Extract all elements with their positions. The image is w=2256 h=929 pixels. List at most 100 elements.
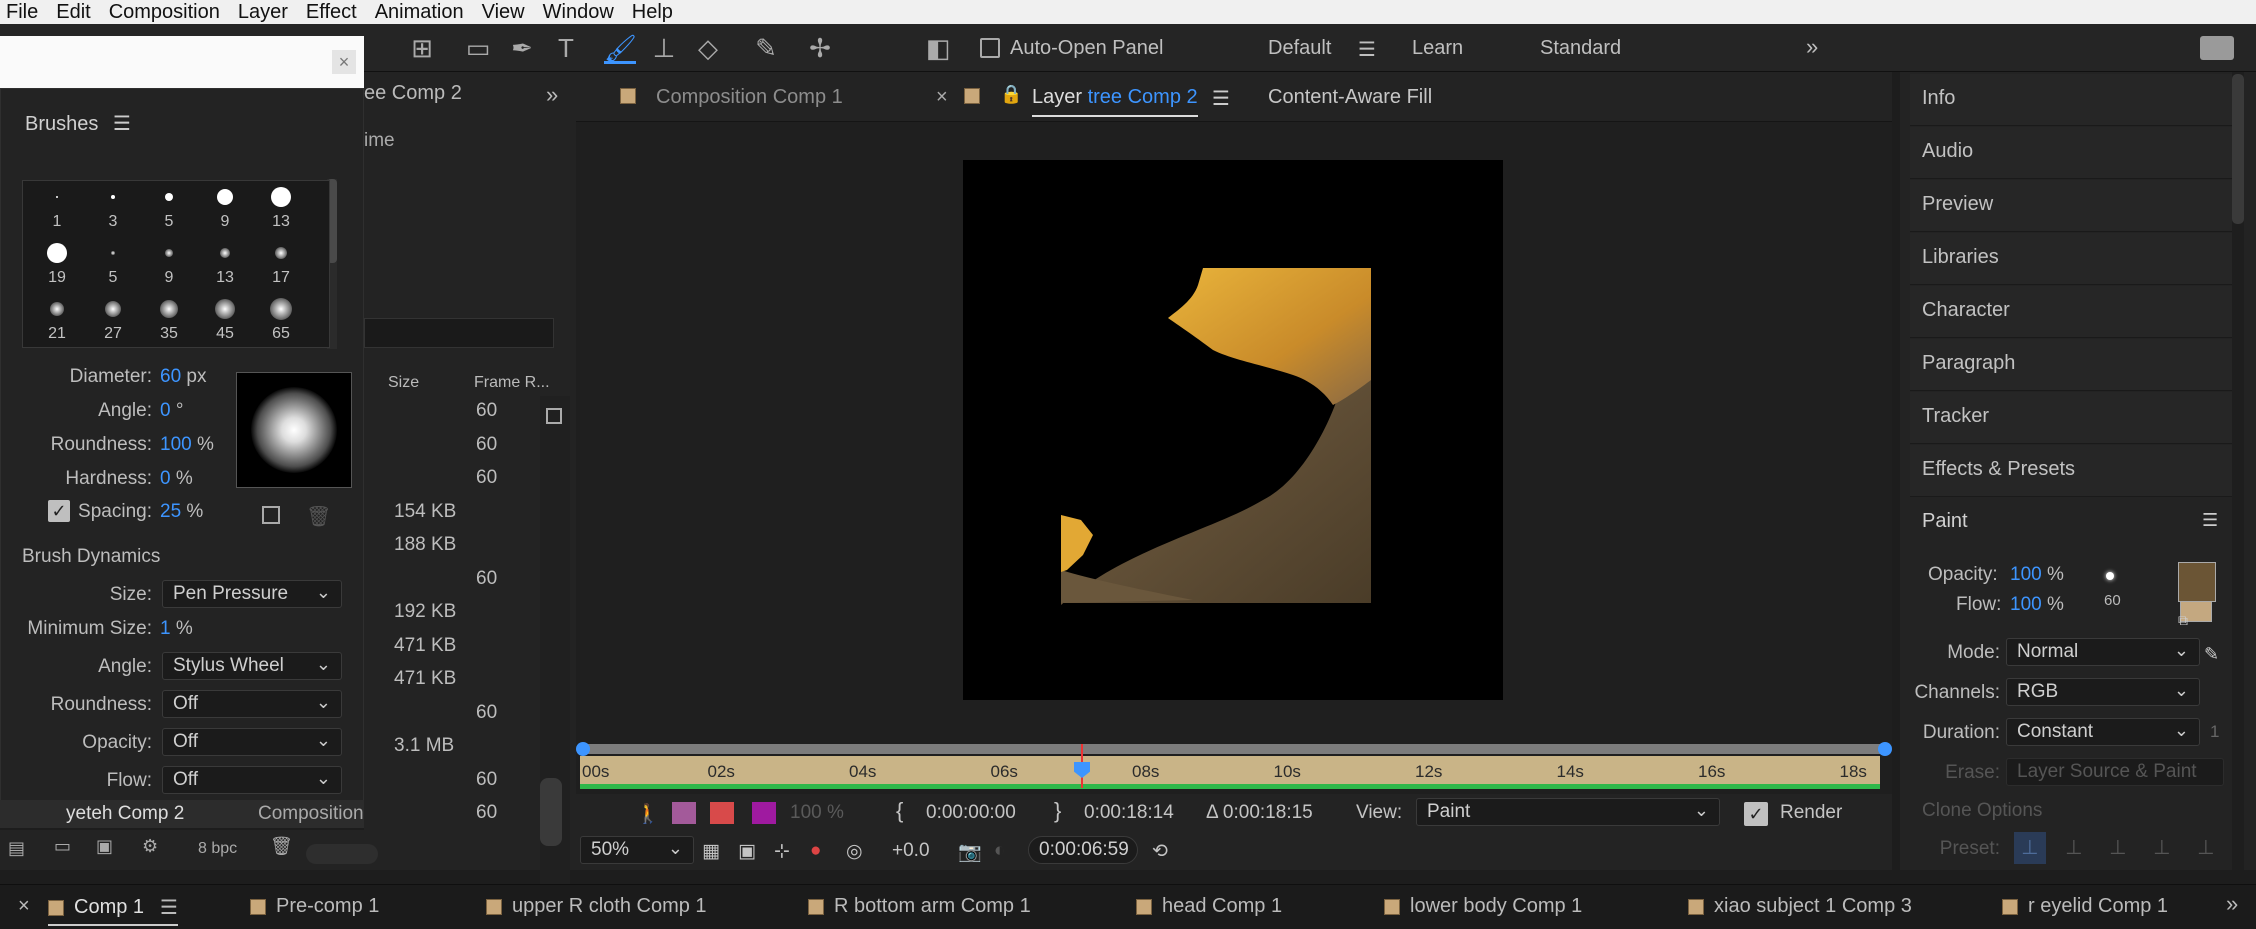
paint-menu-icon[interactable]: ☰ [2202,510,2218,531]
auto-open-checkbox[interactable] [980,38,1000,58]
right-panel-item[interactable]: Audio [1910,127,2240,179]
work-area-end-handle[interactable] [1878,742,1892,756]
close-tab-icon[interactable]: × [936,86,948,109]
panel-toggle-icon[interactable]: ◧ [922,32,954,64]
clone-preset-1-icon[interactable]: ⊥ [2014,832,2046,864]
bpc-label[interactable]: 8 bpc [198,840,237,858]
interpret-footage-icon[interactable]: ▤ [8,838,25,859]
right-panel-item[interactable]: Character [1910,286,2240,338]
project-row[interactable]: 188 KB [364,530,540,563]
project-row[interactable]: 60 [364,463,540,496]
zoom-dropdown[interactable]: 50% ⌄ [580,836,694,864]
work-area-bar[interactable] [580,744,1888,754]
paint-mode-dropdown[interactable]: Normal ⌄ [2006,638,2200,666]
brush-tip[interactable]: 9 [141,239,197,295]
menu-view[interactable]: View [482,1,525,24]
right-panel-scrollbar[interactable] [2232,72,2244,870]
brush-tip[interactable]: 5 [141,183,197,239]
brush-tip[interactable]: 21 [29,295,85,351]
brush-tip[interactable]: 27 [85,295,141,351]
new-comp-icon[interactable]: ▣ [96,836,113,857]
more-workspaces-icon[interactable]: » [1806,34,1818,60]
view-dropdown[interactable]: Paint ⌄ [1416,798,1720,826]
workspace-standard[interactable]: Standard [1540,37,1621,60]
show-snapshot-icon[interactable]: ◐ [994,840,1005,862]
project-row[interactable]: 60 [364,564,540,597]
angle-value[interactable]: 0 ° [160,400,183,422]
roto-brush-tool-icon[interactable]: ✎ [750,32,782,64]
paint-channels-dropdown[interactable]: RGB ⌄ [2006,678,2200,706]
right-panel-item[interactable]: Effects & Presets [1910,445,2240,497]
trash-icon[interactable]: 🗑 [270,836,293,857]
menu-window[interactable]: Window [543,1,614,24]
time-ruler[interactable]: 00s 02s 04s 06s 08s 10s 12s 14s 16s 18s [580,756,1880,786]
swap-colors-icon[interactable]: ⧉ [2178,612,2188,629]
project-row[interactable]: 60 [364,396,540,429]
clone-preset-2-icon[interactable]: ⊥ [2058,832,2090,864]
brush-tip[interactable]: 19 [29,239,85,295]
menu-help[interactable]: Help [632,1,673,24]
bottom-tab-r-bottom-arm[interactable]: R bottom arm Comp 1 [808,895,1031,918]
col-size-header[interactable]: Size [388,374,419,392]
thumbnail-slider[interactable] [306,844,378,864]
right-panel-item[interactable]: Preview [1910,180,2240,232]
new-folder-icon[interactable]: ▭ [54,836,71,857]
channels-icon[interactable]: ● [810,840,821,862]
workspace-default[interactable]: Default [1268,37,1331,60]
project-tab-label[interactable]: ee Comp 2 [364,82,462,105]
render-checkbox[interactable]: ✓ [1744,802,1768,826]
puppet-pin-tool-icon[interactable]: ✢ [804,32,836,64]
bottom-tab-precomp1[interactable]: Pre-comp 1 [250,895,379,918]
in-time[interactable]: 0:00:00:00 [926,802,1016,824]
clone-preset-3-icon[interactable]: ⊥ [2102,832,2134,864]
brush-tip[interactable]: 65 [253,295,309,351]
workspace-menu-icon[interactable]: ☰ [1358,37,1376,62]
type-tool-icon[interactable]: T [550,32,582,64]
pen-tool-icon[interactable]: ✒ [506,32,538,64]
guides-icon[interactable]: ⊹ [774,840,790,863]
bottom-tab-comp1[interactable]: Comp 1 ☰ [48,895,178,926]
flowchart-icon[interactable] [546,408,562,424]
project-search-input[interactable] [364,318,554,348]
menu-effect[interactable]: Effect [306,1,357,24]
dyn-opacity-dropdown[interactable]: Off ⌄ [162,728,342,756]
onion-skin-icon[interactable] [672,802,696,824]
workspace-learn[interactable]: Learn [1412,37,1463,60]
dyn-size-dropdown[interactable]: Pen Pressure ⌄ [162,580,342,608]
motion-icon[interactable]: 🚶 [636,802,660,826]
brush-tip[interactable]: 13 [197,239,253,295]
project-row[interactable]: 3.1 MB [364,731,540,764]
eraser-tool-icon[interactable]: ◇ [692,32,724,64]
opacity-readout[interactable]: 100 % [790,802,844,824]
exposure-value[interactable]: +0.0 [892,840,930,862]
tab-content-aware-fill[interactable]: Content-Aware Fill [1268,86,1432,109]
color-mgmt-icon[interactable]: ◎ [846,840,863,863]
brush-tip[interactable]: 45 [197,295,253,351]
close-icon[interactable]: × [332,50,356,74]
show-icon[interactable] [710,802,734,824]
menu-animation[interactable]: Animation [375,1,464,24]
bottom-tab-xiao-subject[interactable]: xiao subject 1 Comp 3 [1688,895,1912,918]
spacing-value[interactable]: 25 % [160,501,203,523]
clone-stamp-tool-icon[interactable]: ⊥ [648,32,680,64]
paint-duration-dropdown[interactable]: Constant ⌄ [2006,718,2200,746]
menu-composition[interactable]: Composition [109,1,220,24]
brush-tip[interactable]: 35 [141,295,197,351]
rectangle-tool-icon[interactable]: ▭ [462,32,494,64]
project-row[interactable]: 60 [364,798,540,831]
duration-frames[interactable]: 1 [2210,722,2219,742]
lock-icon[interactable]: 🔒 [1000,84,1022,105]
close-active-tab-icon[interactable]: × [18,895,30,918]
reset-exposure-icon[interactable]: ⟲ [1152,840,1168,863]
dyn-angle-dropdown[interactable]: Stylus Wheel ⌄ [162,652,342,680]
project-row[interactable]: 471 KB [364,664,540,697]
mask-visibility-icon[interactable]: ▣ [738,840,756,863]
tab-menu-icon[interactable]: ☰ [1212,86,1230,111]
project-row[interactable]: 60 [364,765,540,798]
panel-overflow-icon[interactable]: » [546,82,558,108]
project-row[interactable]: 60 [364,698,540,731]
project-row[interactable]: 471 KB [364,631,540,664]
brush-tip[interactable]: 9 [197,183,253,239]
brush-tool-icon[interactable]: 🖌 [604,32,637,64]
paint-opacity-value[interactable]: 100 % [2010,564,2064,586]
